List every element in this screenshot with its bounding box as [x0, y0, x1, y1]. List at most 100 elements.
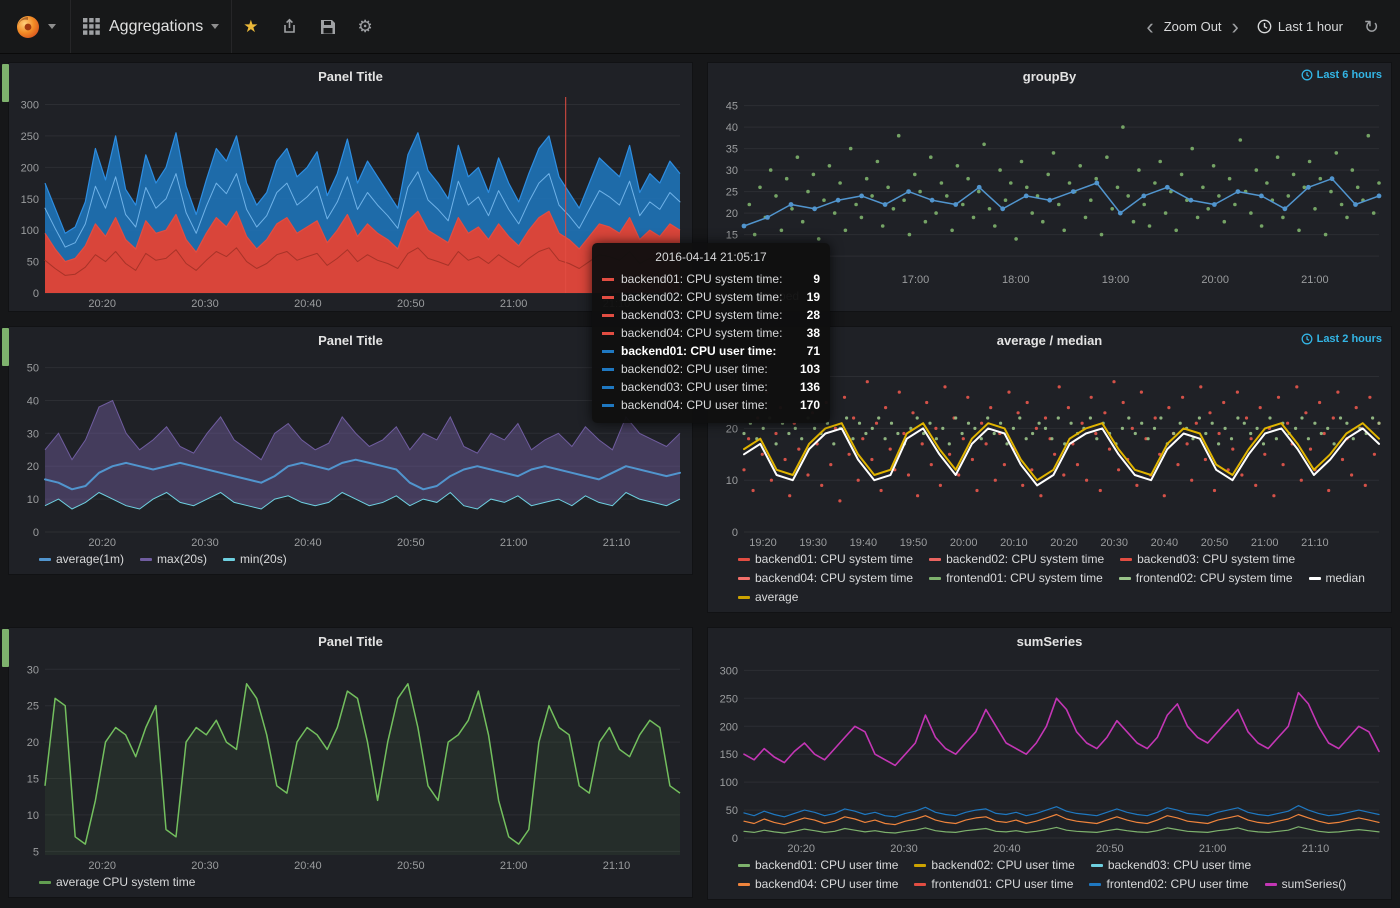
svg-text:20:20: 20:20	[88, 860, 116, 872]
chevron-down-icon	[211, 24, 219, 29]
legend-series-label: frontend01: CPU user time	[931, 876, 1073, 893]
svg-text:20: 20	[27, 461, 39, 473]
legend-item[interactable]: average(1m)	[39, 551, 124, 568]
tooltip-series-icon	[602, 350, 614, 353]
time-shift-right-button[interactable]: ›	[1224, 16, 1247, 38]
zoom-out-button[interactable]: Zoom Out	[1162, 19, 1224, 34]
svg-text:20:40: 20:40	[993, 843, 1021, 855]
legend-item[interactable]: backend03: CPU user time	[1091, 857, 1251, 874]
svg-text:20:00: 20:00	[950, 537, 978, 549]
legend-item[interactable]: backend04: CPU user time	[738, 876, 898, 893]
timeseries-chart[interactable]: 0102030405020:2020:3020:4020:5021:0021:1…	[9, 353, 692, 550]
tooltip-series-value: 19	[807, 290, 820, 304]
chevron-left-icon: ‹	[1146, 14, 1153, 39]
panel-title[interactable]: groupBy	[708, 63, 1391, 89]
svg-text:20:50: 20:50	[1201, 537, 1229, 549]
legend-item[interactable]: backend01: CPU system time	[738, 551, 913, 568]
tooltip-series-label: backend03: CPU system time:	[621, 308, 800, 322]
legend-series-icon	[914, 883, 926, 886]
legend-item[interactable]: backend02: CPU user time	[914, 857, 1074, 874]
timeseries-chart[interactable]: 5101520253020:2020:3020:4020:5021:0021:1…	[9, 654, 692, 873]
chevron-down-icon	[48, 24, 56, 29]
timeseries-chart[interactable]: 05010015020025030020:2020:3020:4020:5021…	[9, 89, 692, 311]
legend-item[interactable]: frontend01: CPU system time	[929, 570, 1103, 587]
svg-text:20:30: 20:30	[1100, 537, 1128, 549]
legend-item[interactable]: frontend01: CPU user time	[914, 876, 1073, 893]
svg-text:40: 40	[726, 122, 738, 134]
legend-item[interactable]: max(20s)	[140, 551, 207, 568]
svg-text:20:20: 20:20	[88, 298, 116, 310]
legend-item[interactable]: backend03: CPU system time	[1120, 551, 1295, 568]
badge-label: Last 6 hours	[1317, 69, 1382, 81]
tooltip-series-label: backend04: CPU system time:	[621, 326, 800, 340]
gear-icon: ⚙	[358, 18, 373, 35]
save-dashboard-button[interactable]	[309, 0, 347, 53]
svg-text:20:40: 20:40	[294, 860, 322, 872]
svg-text:15: 15	[726, 230, 738, 242]
row-toggle[interactable]	[2, 629, 9, 667]
time-shift-left-button[interactable]: ‹	[1138, 16, 1161, 38]
legend-item[interactable]: min(20s)	[223, 551, 287, 568]
tooltip-series-icon	[602, 296, 614, 299]
legend-item[interactable]: sumSeries()	[1265, 876, 1347, 893]
row-toggle[interactable]	[2, 328, 9, 366]
legend-item[interactable]: backend02: CPU system time	[929, 551, 1104, 568]
svg-text:150: 150	[21, 194, 39, 206]
dashboard-picker[interactable]: Aggregations	[71, 0, 232, 53]
refresh-button[interactable]: ↻	[1353, 0, 1390, 53]
svg-text:300: 300	[21, 100, 39, 112]
svg-text:21:00: 21:00	[500, 298, 528, 310]
legend-item[interactable]: backend04: CPU system time	[738, 570, 913, 587]
legend-series-icon	[738, 883, 750, 886]
time-range-picker[interactable]: Last 1 hour	[1247, 19, 1353, 34]
tooltip-series-label: backend02: CPU user time:	[621, 362, 793, 376]
svg-text:18:00: 18:00	[1002, 274, 1030, 286]
svg-text:21:00: 21:00	[1199, 843, 1227, 855]
dashboard-grid: Panel Title 05010015020025030020:2020:30…	[0, 54, 1400, 908]
legend-series-label: average(1m)	[56, 551, 124, 568]
svg-text:30: 30	[27, 664, 39, 676]
tooltip-timestamp: 2016-04-14 21:05:17	[602, 250, 820, 270]
legend-series-label: backend03: CPU user time	[1108, 857, 1251, 874]
tooltip-series-icon	[602, 368, 614, 371]
legend-item[interactable]: backend01: CPU user time	[738, 857, 898, 874]
chart-svg: 0102030405020:2020:3020:4020:5021:0021:1…	[9, 353, 692, 550]
panel-legend: average(1m) max(20s) min(20s)	[9, 550, 692, 574]
panel-title[interactable]: sumSeries	[708, 628, 1391, 654]
svg-text:19:30: 19:30	[799, 537, 827, 549]
share-dashboard-button[interactable]	[270, 0, 309, 53]
row-toggle[interactable]	[2, 64, 9, 102]
svg-text:50: 50	[27, 363, 39, 375]
svg-text:250: 250	[720, 693, 738, 705]
tooltip-series-value: 71	[807, 344, 820, 358]
legend-series-icon	[223, 558, 235, 561]
legend-item[interactable]: average	[738, 589, 798, 606]
legend-item[interactable]: frontend02: CPU user time	[1089, 876, 1248, 893]
svg-text:20:30: 20:30	[191, 298, 219, 310]
tooltip-series-value: 103	[800, 362, 820, 376]
panel-title[interactable]: Panel Title	[9, 628, 692, 654]
grafana-logo-icon	[14, 13, 42, 41]
legend-series-icon	[140, 558, 152, 561]
legend-series-label: median	[1326, 570, 1365, 587]
legend-series-label: backend03: CPU system time	[1137, 551, 1295, 568]
legend-item[interactable]: average CPU system time	[39, 874, 195, 891]
star-dashboard-button[interactable]: ★	[232, 0, 269, 53]
tooltip-series-icon	[602, 278, 614, 281]
settings-button[interactable]: ⚙	[347, 0, 384, 53]
tooltip-series-icon	[602, 332, 614, 335]
svg-text:21:00: 21:00	[500, 860, 528, 872]
grafana-menu-button[interactable]	[0, 0, 71, 53]
tooltip-row: backend02: CPU user time: 103	[602, 360, 820, 378]
svg-text:20:50: 20:50	[397, 860, 425, 872]
legend-item[interactable]: median	[1309, 570, 1365, 587]
panel-legend: backend01: CPU system time backend02: CPU…	[708, 550, 1391, 612]
panel-title[interactable]: Panel Title	[9, 327, 692, 353]
legend-series-icon	[1265, 883, 1277, 886]
legend-item[interactable]: frontend02: CPU system time	[1119, 570, 1293, 587]
svg-text:5: 5	[33, 846, 39, 858]
panel-title[interactable]: Panel Title	[9, 63, 692, 89]
svg-text:0: 0	[732, 527, 738, 539]
timeseries-chart[interactable]: 05010015020025030020:2020:3020:4020:5021…	[708, 654, 1391, 856]
legend-series-icon	[1089, 883, 1101, 886]
